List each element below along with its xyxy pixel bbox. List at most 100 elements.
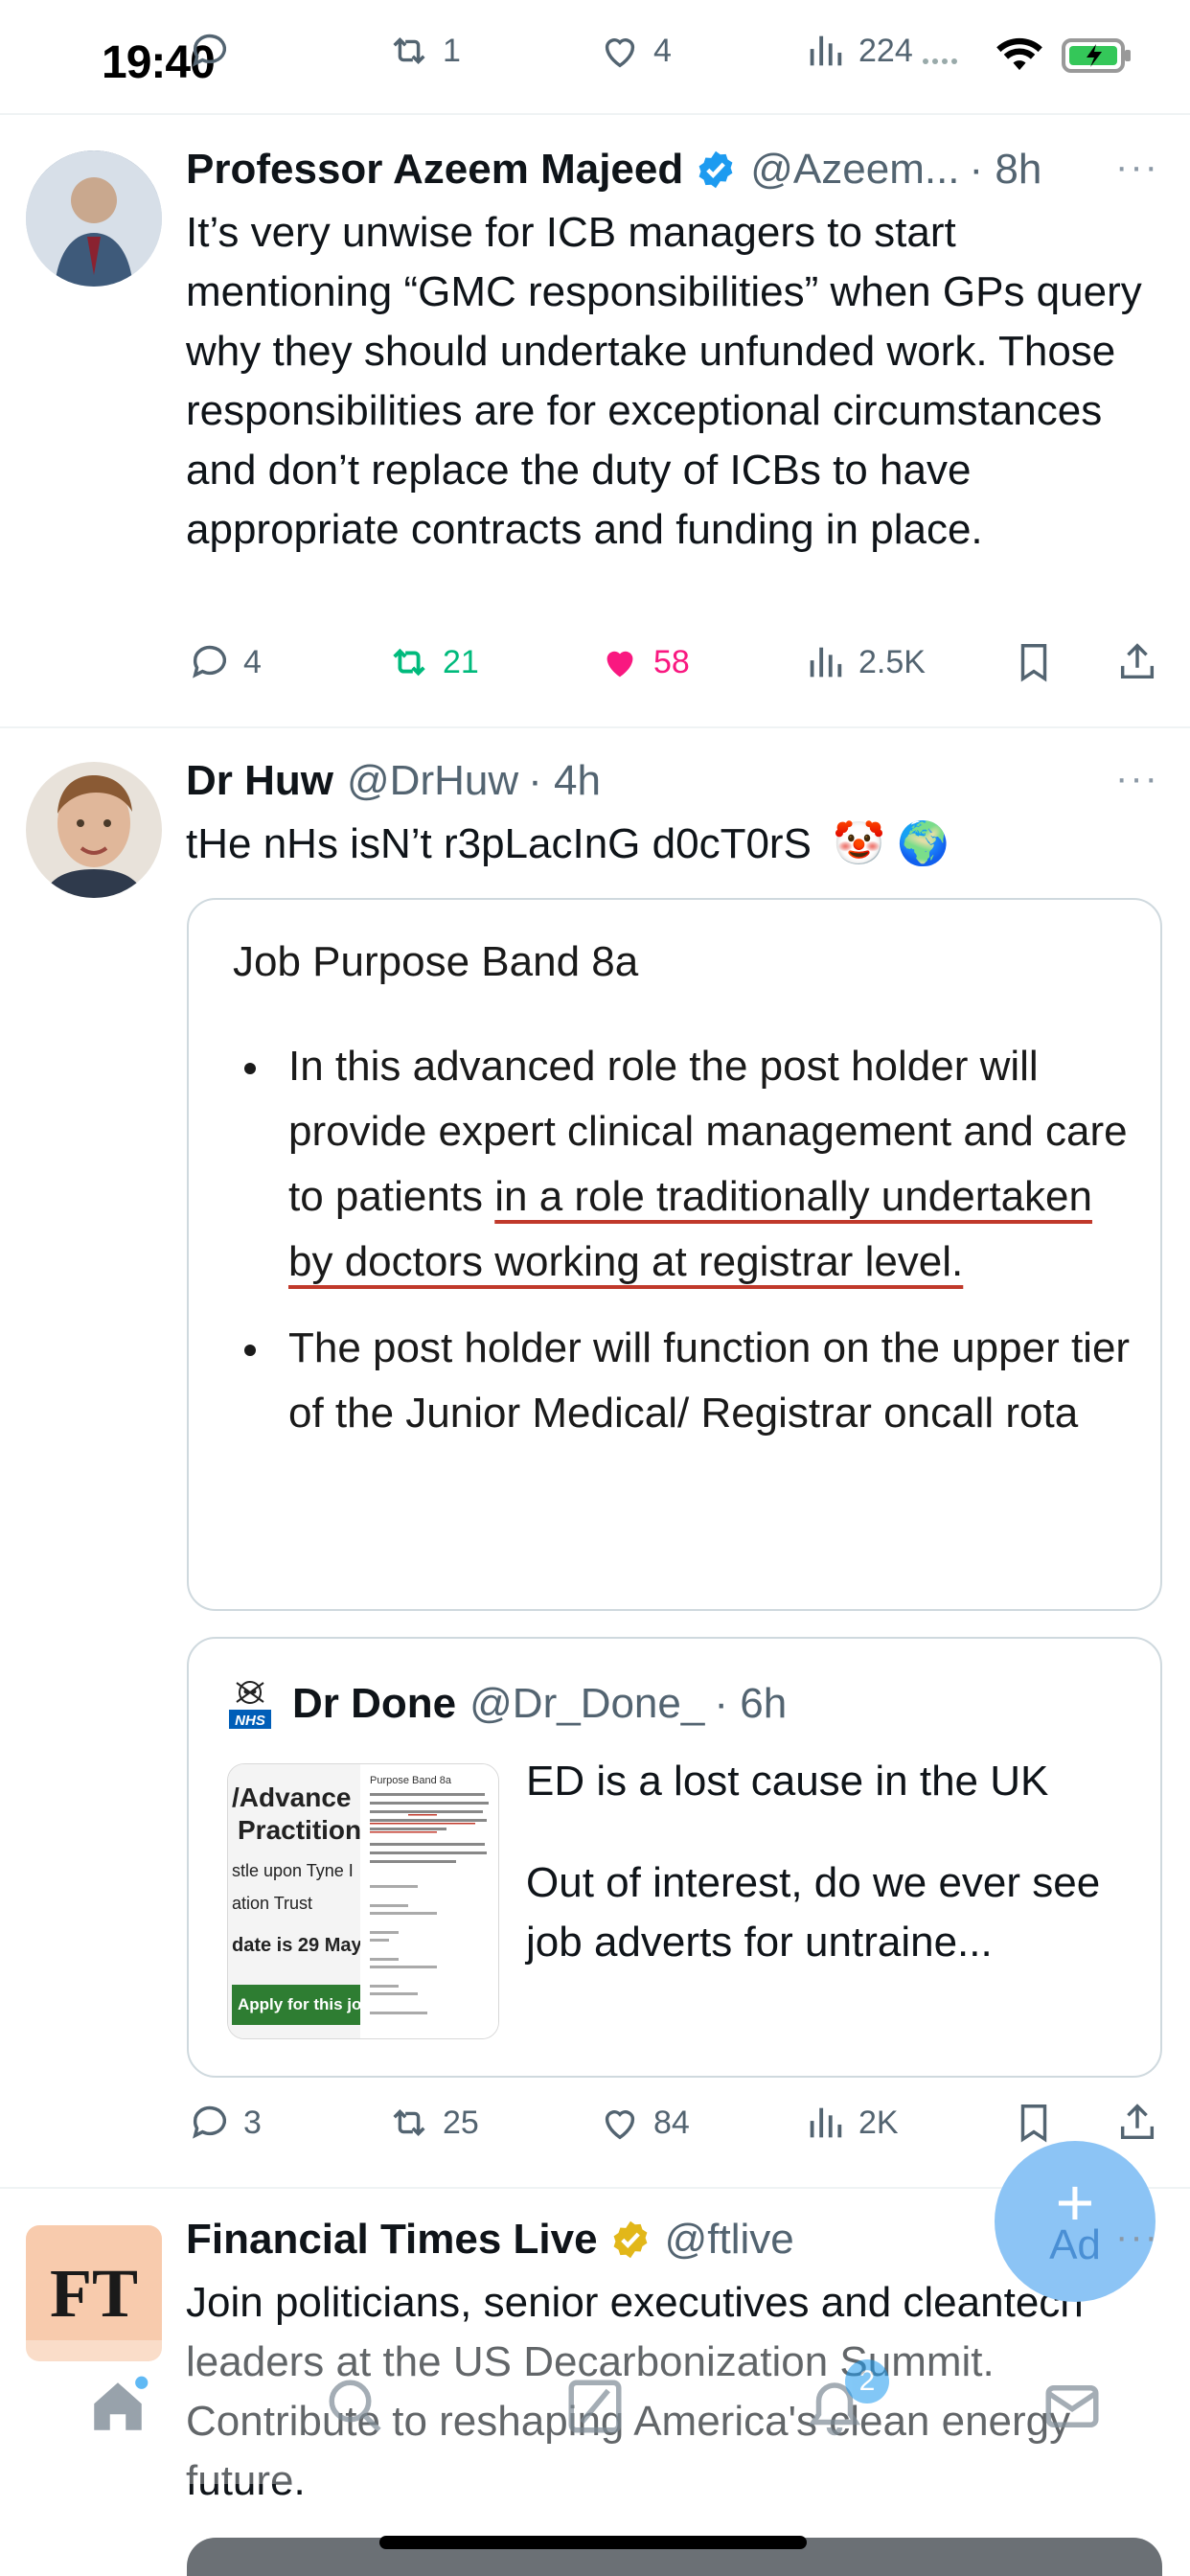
tweet-time[interactable]: · 4h	[528, 757, 601, 805]
author-handle[interactable]: @Azeem...	[750, 146, 959, 194]
svg-text:NHS: NHS	[235, 1713, 265, 1729]
like-count: 58	[653, 643, 690, 680]
prev-views-count: 224	[858, 32, 913, 69]
bookmark-button[interactable]	[1012, 2101, 1056, 2145]
tweet-text: tHe nHs isN’t r3pLacInG d0cT0rS 🤡 🌍	[186, 815, 1163, 874]
image-bullets: In this advanced role the post holder wi…	[233, 1034, 1133, 1467]
prev-retweet-button[interactable]: 1	[387, 29, 461, 73]
avatar[interactable]	[26, 150, 162, 287]
more-options-icon[interactable]: ···	[1115, 757, 1159, 800]
tweet-header: Financial Times Live @ftlive	[186, 2216, 794, 2264]
prev-like-count: 4	[653, 32, 672, 69]
grok-icon[interactable]	[563, 2375, 627, 2438]
views-count: 2K	[858, 2104, 899, 2141]
nhs-skull-avatar-icon: NHS	[229, 1681, 271, 1729]
divider	[0, 113, 1190, 115]
avatar-photo	[26, 762, 162, 898]
tweet-text: It’s very unwise for ICB managers to sta…	[186, 209, 1142, 553]
share-button[interactable]	[1115, 2101, 1159, 2145]
quote-text: ED is a lost cause in the UK Out of inte…	[526, 1752, 1139, 1972]
tweet-text-content: tHe nHs isN’t r3pLacInG d0cT0rS	[186, 820, 812, 867]
avatar[interactable]	[26, 762, 162, 898]
retweet-button[interactable]: 25	[387, 2101, 479, 2145]
ft-logo-text: FT	[49, 2254, 138, 2332]
reply-button[interactable]: 3	[188, 2101, 262, 2145]
avatar-photo	[26, 150, 162, 287]
retweet-count: 21	[443, 643, 479, 680]
prev-reply-button[interactable]	[188, 29, 232, 73]
quote-author-name: Dr Done	[292, 1680, 457, 1727]
thumb-text: Practition	[238, 1815, 360, 1845]
share-icon	[1120, 643, 1155, 679]
divider	[0, 726, 1190, 728]
status-bar: 19:40 1 4 224	[0, 0, 1190, 113]
tweet-time[interactable]: · 8h	[970, 146, 1042, 194]
prev-retweet-count: 1	[443, 32, 461, 69]
reply-icon	[193, 2105, 227, 2139]
reply-count: 4	[243, 643, 262, 680]
share-icon	[1120, 2104, 1155, 2140]
quote-text-line: ED is a lost cause in the UK	[526, 1758, 1049, 1805]
tweet-image[interactable]: Job Purpose Band 8a In this advanced rol…	[187, 898, 1162, 1611]
verified-gold-badge-icon	[613, 2220, 648, 2259]
heart-icon	[605, 2110, 635, 2140]
bookmark-icon	[1020, 644, 1047, 682]
image-title: Job Purpose Band 8a	[233, 938, 639, 985]
prev-like-button[interactable]: 4	[598, 29, 672, 73]
more-options-icon[interactable]: ···	[1115, 146, 1159, 189]
views-icon	[810, 647, 842, 678]
tweet-header: Dr Huw @DrHuw · 4h	[186, 757, 601, 805]
wifi-icon	[996, 37, 1042, 71]
retweet-button[interactable]: 21	[387, 640, 479, 684]
author-handle[interactable]: @ftlive	[665, 2216, 794, 2264]
thumb-apply-button: Apply for this job	[232, 1985, 360, 2025]
prev-views-button[interactable]: 224	[803, 29, 913, 73]
quote-text-line: Out of interest, do we ever see job adve…	[526, 1859, 1101, 1966]
views-count: 2.5K	[858, 643, 926, 680]
heart-filled-icon	[606, 651, 633, 678]
retweet-icon	[393, 648, 425, 677]
image-bullet: In this advanced role the post holder wi…	[233, 1034, 1133, 1295]
search-icon[interactable]	[324, 2375, 387, 2438]
image-bullet-text: The post holder will function on the upp…	[288, 1324, 1131, 1437]
more-options-icon[interactable]: ···	[1115, 2216, 1159, 2259]
views-button[interactable]: 2K	[803, 2101, 899, 2145]
reply-button[interactable]: 4	[188, 640, 262, 684]
thumb-text: date is 29 May	[232, 1935, 360, 1956]
author-name[interactable]: Dr Huw	[186, 757, 333, 805]
bookmark-icon	[1020, 2104, 1047, 2143]
battery-icon	[1062, 38, 1131, 73]
like-button[interactable]: 84	[598, 2101, 690, 2145]
reply-icon	[193, 645, 227, 678]
home-icon[interactable]	[86, 2375, 149, 2438]
thumb-right-panel: Purpose Band 8a	[362, 1764, 498, 2038]
like-count: 84	[653, 2104, 690, 2141]
bookmark-button[interactable]	[1012, 640, 1056, 684]
author-name[interactable]: Financial Times Live	[186, 2216, 598, 2264]
author-name[interactable]: Professor Azeem Majeed	[186, 146, 683, 194]
thumb-left-panel: /Advance Practition stle upon Tyne I ati…	[228, 1764, 360, 2038]
retweet-icon	[393, 37, 425, 64]
thumb-document-lines	[370, 1793, 489, 2014]
notifications-badge: 2	[845, 2359, 889, 2404]
tweet-header: Professor Azeem Majeed @Azeem... · 8h	[186, 146, 1041, 194]
image-bullet: The post holder will function on the upp…	[233, 1316, 1133, 1446]
cellular-icon	[923, 58, 957, 64]
quote-tweet-card[interactable]: NHS Dr Done @Dr_Done_ · 6h /Advance Prac…	[187, 1637, 1162, 2078]
retweet-icon	[393, 2109, 425, 2136]
views-icon	[810, 35, 842, 66]
verified-badge-icon	[698, 150, 733, 189]
thumb-text: /Advance	[232, 1782, 352, 1812]
like-button[interactable]: 58	[598, 640, 690, 684]
quote-author-handle: @Dr_Done_	[469, 1680, 705, 1727]
emoji: 🤡 🌍	[833, 820, 950, 867]
views-button[interactable]: 2.5K	[803, 640, 926, 684]
messages-icon[interactable]	[1041, 2375, 1104, 2438]
share-button[interactable]	[1115, 640, 1159, 684]
quote-time: · 6h	[714, 1680, 788, 1727]
author-handle[interactable]: @DrHuw	[347, 757, 518, 805]
reply-count: 3	[243, 2104, 262, 2141]
views-icon	[810, 2107, 842, 2138]
thumb-text: Purpose Band 8a	[370, 1775, 452, 1786]
heart-icon	[605, 38, 635, 68]
